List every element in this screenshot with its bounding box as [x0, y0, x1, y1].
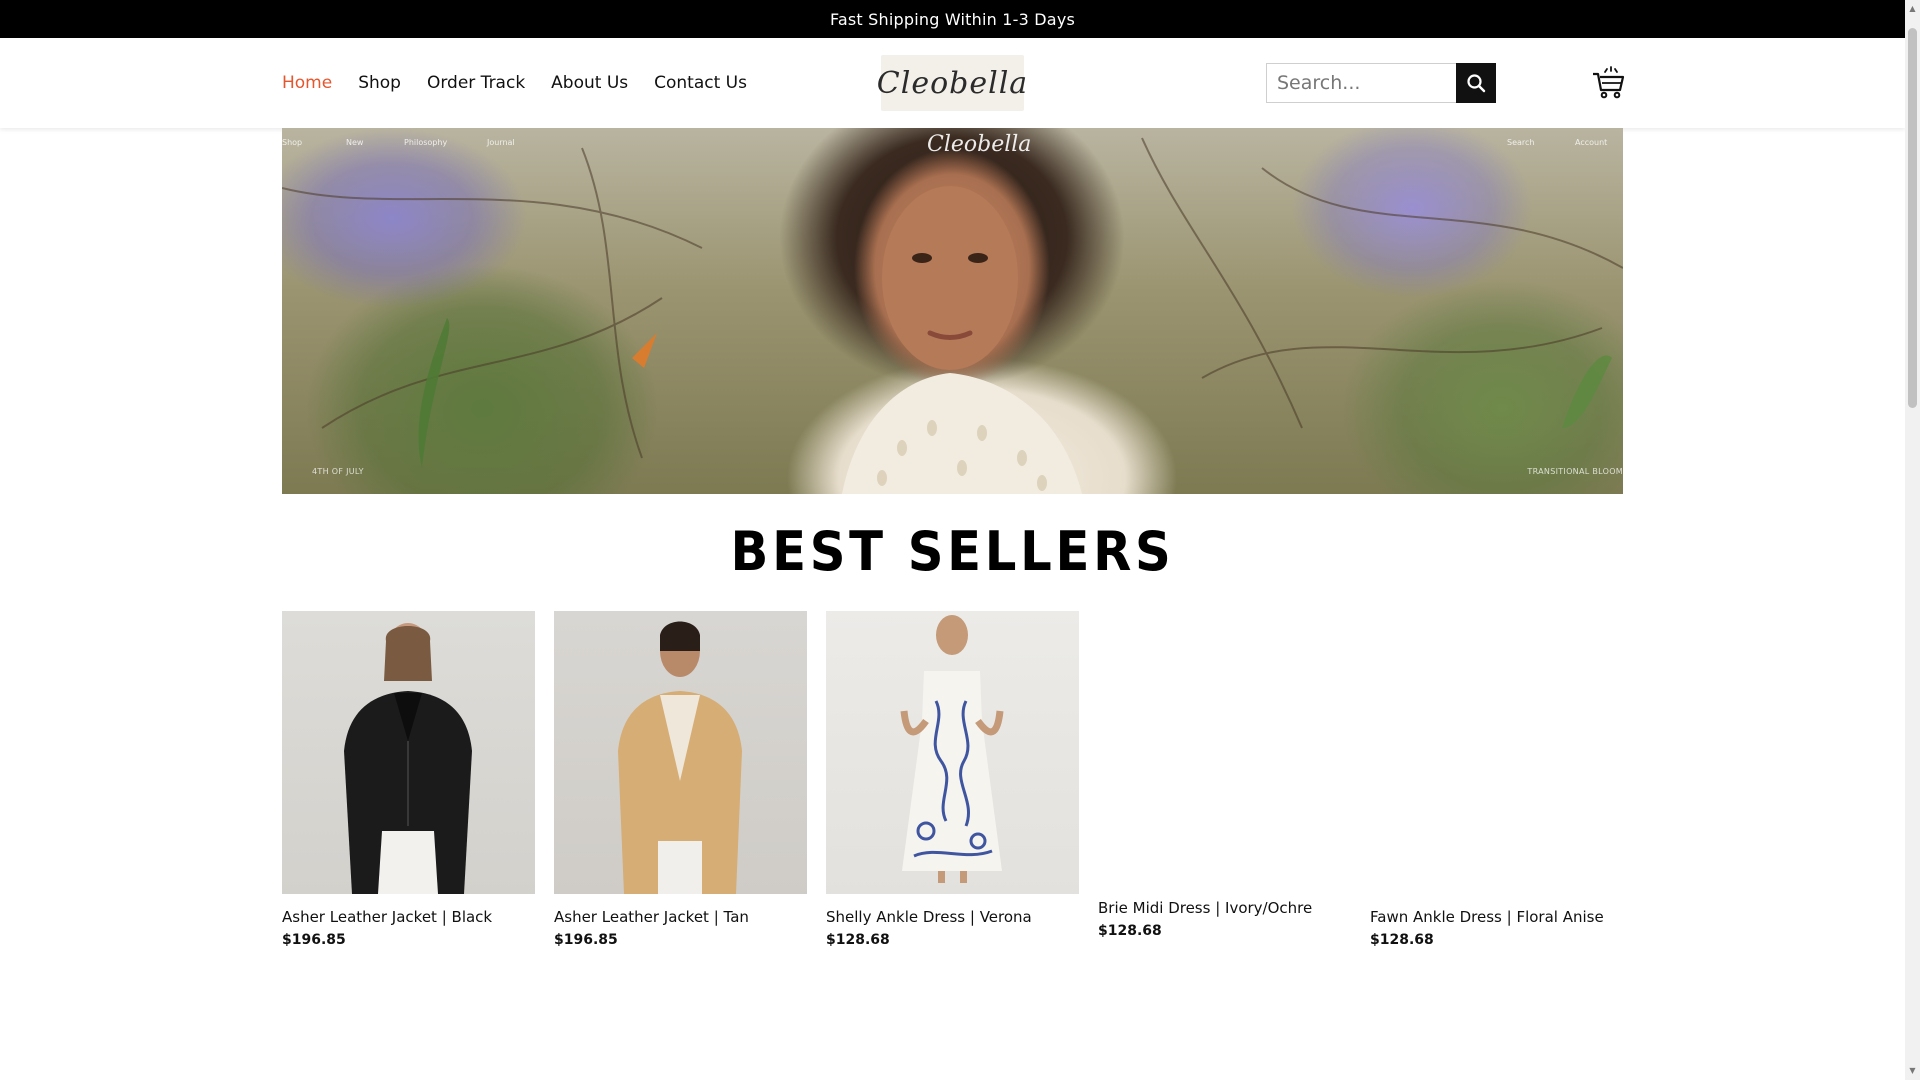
product-price: $128.68: [826, 932, 890, 948]
hero-caption-left: 4TH OF JULY: [312, 467, 364, 476]
scroll-thumb[interactable]: [1908, 28, 1917, 408]
nav-order-track[interactable]: Order Track: [427, 73, 525, 93]
brand-logo-text: Cleobella: [876, 65, 1029, 101]
hero-caption-right: TRANSITIONAL BLOOM: [1527, 467, 1623, 476]
brand-logo[interactable]: Cleobella: [877, 55, 1027, 111]
product-price: $196.85: [554, 932, 618, 948]
product-image[interactable]: [1098, 611, 1351, 885]
scroll-up-arrow-icon[interactable]: ▲: [1908, 4, 1917, 14]
product-grid: Asher Leather Jacket | Black $196.85 Ash…: [282, 611, 1623, 971]
hero-image: [282, 137, 1623, 494]
product-card[interactable]: Asher Leather Jacket | Tan $196.85: [554, 611, 807, 948]
nav-shop[interactable]: Shop: [358, 73, 401, 93]
product-card[interactable]: Asher Leather Jacket | Black $196.85: [282, 611, 535, 948]
product-name[interactable]: Asher Leather Jacket | Tan: [554, 908, 807, 926]
product-image[interactable]: [282, 611, 535, 894]
cart-icon: [1593, 66, 1625, 99]
search-form: [1266, 63, 1496, 103]
site-header: Home Shop Order Track About Us Contact U…: [0, 38, 1905, 128]
product-image[interactable]: [826, 611, 1079, 894]
nav-home[interactable]: Home: [282, 73, 332, 93]
product-name[interactable]: Shelly Ankle Dress | Verona: [826, 908, 1079, 926]
scroll-down-arrow-icon[interactable]: ▼: [1908, 1066, 1917, 1076]
main-nav: Home Shop Order Track About Us Contact U…: [282, 38, 747, 128]
product-image[interactable]: [1370, 611, 1623, 894]
product-name[interactable]: Asher Leather Jacket | Black: [282, 908, 535, 926]
product-price: $128.68: [1098, 923, 1162, 939]
product-name[interactable]: Brie Midi Dress | Ivory/Ochre: [1098, 899, 1351, 917]
product-photo: [344, 623, 472, 894]
search-input[interactable]: [1266, 63, 1456, 103]
cart-button[interactable]: [1590, 63, 1626, 103]
product-name[interactable]: Fawn Ankle Dress | Floral Anise: [1370, 908, 1623, 926]
search-icon: [1467, 74, 1486, 93]
nav-contact-us[interactable]: Contact Us: [654, 73, 747, 93]
product-card[interactable]: Shelly Ankle Dress | Verona $128.68: [826, 611, 1079, 948]
hero-banner[interactable]: Shop New Philosophy Journal Search Accou…: [282, 128, 1623, 494]
search-button[interactable]: [1456, 63, 1496, 103]
product-photo: [900, 615, 1004, 883]
product-card[interactable]: Fawn Ankle Dress | Floral Anise $128.68: [1370, 611, 1623, 948]
page-scrollbar[interactable]: ▲ ▼: [1905, 0, 1920, 1080]
product-card[interactable]: Brie Midi Dress | Ivory/Ochre $128.68: [1098, 611, 1351, 939]
announcement-text: Fast Shipping Within 1-3 Days: [829, 9, 1076, 29]
product-price: $128.68: [1370, 932, 1434, 948]
announcement-bar: Fast Shipping Within 1-3 Days: [0, 0, 1905, 38]
product-price: $196.85: [282, 932, 346, 948]
section-title: BEST SELLERS: [730, 520, 1175, 583]
product-photo: [618, 621, 742, 894]
product-image[interactable]: [554, 611, 807, 894]
page: Fast Shipping Within 1-3 Days Home Shop …: [0, 0, 1920, 1080]
nav-about-us[interactable]: About Us: [551, 73, 628, 93]
